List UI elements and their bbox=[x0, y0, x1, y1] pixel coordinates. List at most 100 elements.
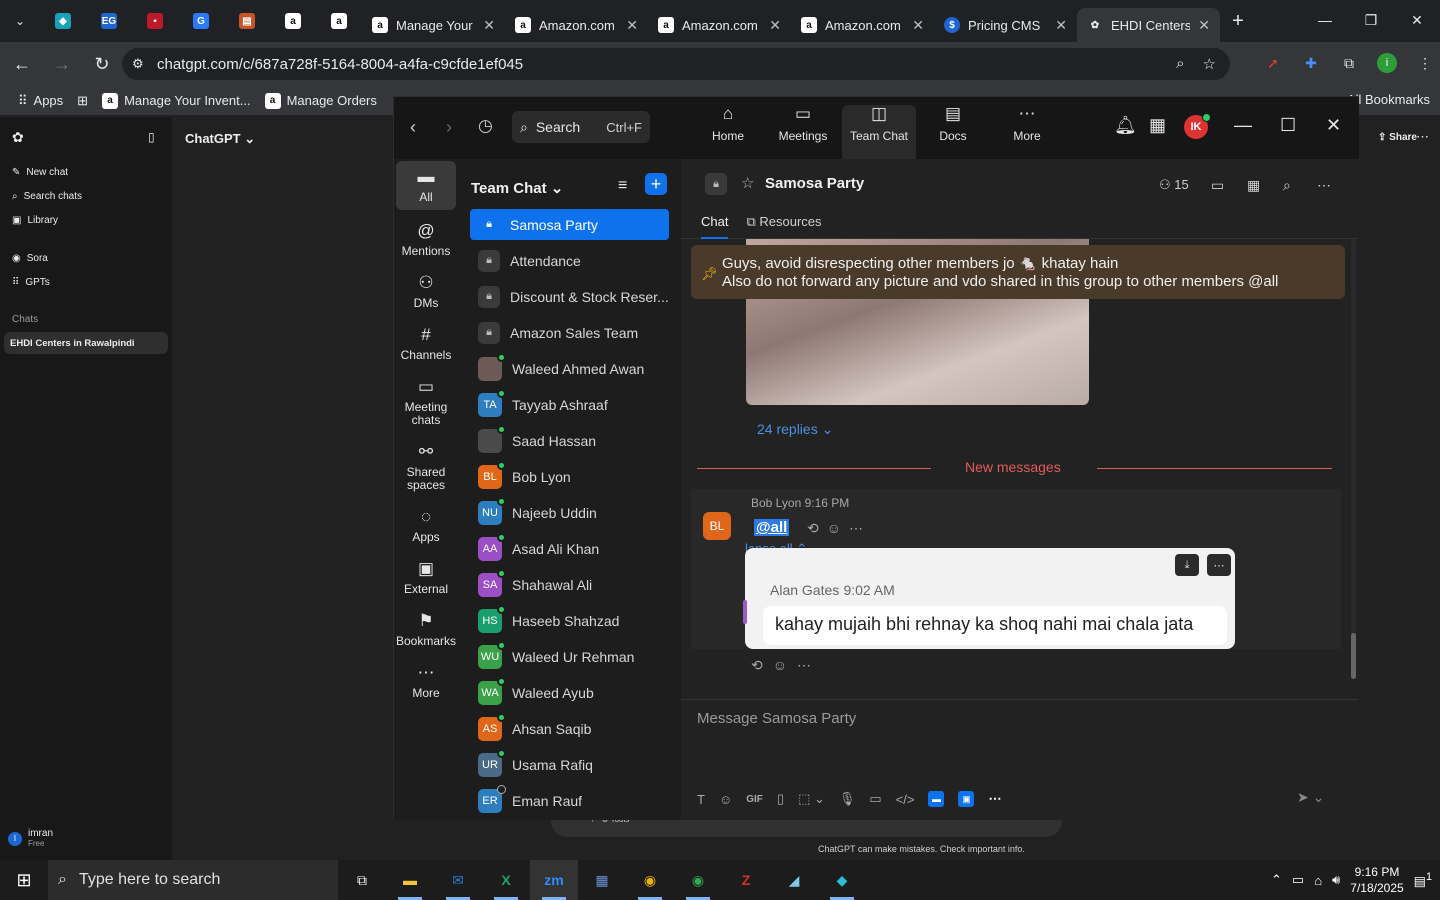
scrollbar[interactable] bbox=[1351, 239, 1356, 679]
library-button[interactable]: ▣ Library bbox=[12, 215, 58, 226]
rail-item-meeting-chats[interactable]: ▭ Meeting chats bbox=[396, 377, 456, 427]
rail-item-shared-spaces[interactable]: ⚯ Shared spaces bbox=[396, 442, 456, 492]
zoom-icon[interactable]: ⌕ bbox=[1176, 55, 1184, 73]
taskbar-search[interactable]: ⌕ Type here to search bbox=[48, 860, 338, 900]
sidebar-toggle-icon[interactable]: ▯ bbox=[148, 130, 155, 144]
video-clip-icon[interactable]: ▭ bbox=[869, 791, 881, 807]
chrome-profile-icon[interactable]: ◉ bbox=[674, 860, 722, 900]
more-icon[interactable]: ⋯ bbox=[1207, 554, 1231, 576]
reply-icon[interactable]: ⟲ bbox=[807, 520, 819, 537]
pinned-tab[interactable]: a bbox=[270, 0, 316, 42]
calendar-icon[interactable]: ▦ bbox=[1247, 177, 1260, 194]
minimize-button[interactable]: — bbox=[1234, 115, 1252, 136]
address-bar[interactable]: ⚙ chatgpt.com/c/687a728f-5164-8004-a4fa-… bbox=[122, 48, 1230, 80]
volume-icon[interactable]: 🔊︎ bbox=[1332, 872, 1340, 888]
gift-icon[interactable]: ▦ bbox=[1149, 115, 1166, 136]
user-profile[interactable]: I imran Free bbox=[8, 829, 53, 848]
whiteboard-icon[interactable]: ▬ bbox=[928, 791, 945, 807]
excel-icon[interactable]: X bbox=[482, 860, 530, 900]
reply-icon[interactable]: ⟲ bbox=[751, 657, 763, 674]
list-item[interactable]: NU Najeeb Uddin bbox=[470, 496, 669, 528]
bookmark-star-icon[interactable]: ☆ bbox=[1203, 55, 1216, 73]
history-icon[interactable]: ◷ bbox=[478, 116, 493, 136]
browser-tab[interactable]: a Amazon.com ✕ bbox=[505, 8, 648, 42]
list-item[interactable]: AA Asad Ali Khan bbox=[470, 532, 669, 564]
list-item[interactable]: 🔒︎ Attendance bbox=[470, 245, 669, 276]
chatgpt-logo-icon[interactable]: ✿ bbox=[12, 129, 24, 146]
emoji-icon[interactable]: ☺ bbox=[773, 657, 787, 674]
clock[interactable]: 9:16 PM 7/18/2025 bbox=[1350, 864, 1403, 896]
star-icon[interactable]: ☆ bbox=[741, 174, 754, 192]
pinned-tab[interactable]: ▤ bbox=[224, 0, 270, 42]
calculator-icon[interactable]: ▦ bbox=[578, 860, 626, 900]
list-item[interactable]: TA Tayyab Ashraaf bbox=[470, 388, 669, 420]
list-item[interactable]: UR Usama Rafiq bbox=[470, 748, 669, 780]
list-item[interactable]: ER Eman Rauf bbox=[470, 784, 669, 816]
zoom-icon[interactable]: zm bbox=[530, 860, 578, 900]
tab-more[interactable]: ⋯ More bbox=[990, 105, 1064, 155]
profile-avatar-icon[interactable]: i bbox=[1372, 48, 1402, 78]
tab-home[interactable]: ⌂ Home bbox=[691, 105, 765, 155]
browser-tab[interactable]: a Amazon.com ✕ bbox=[648, 8, 791, 42]
tab-meetings[interactable]: ▭ Meetings bbox=[766, 105, 840, 155]
pinned-tab[interactable]: a bbox=[316, 0, 362, 42]
tab-chat[interactable]: Chat bbox=[701, 214, 729, 239]
maximize-button[interactable]: ☐ bbox=[1280, 115, 1296, 136]
browser-tab[interactable]: a Manage Your ✕ bbox=[362, 8, 505, 42]
search-icon[interactable]: ⌕ bbox=[1283, 177, 1291, 194]
new-chat-button[interactable]: ✎ New chat bbox=[12, 167, 68, 178]
avatar[interactable]: BL bbox=[703, 512, 731, 540]
list-item[interactable]: HS Haseeb Shahzad bbox=[470, 604, 669, 636]
tab-resources[interactable]: ⧉ Resources bbox=[746, 214, 821, 239]
download-icon[interactable]: ⤓ bbox=[1175, 554, 1199, 576]
list-item[interactable]: Waleed Ahmed Awan bbox=[470, 352, 669, 384]
close-icon[interactable]: ✕ bbox=[769, 17, 781, 34]
more-icon[interactable]: ⋯ bbox=[1317, 177, 1331, 194]
extension-blue-icon[interactable]: ✚ bbox=[1296, 48, 1326, 78]
zoom-app-icon[interactable]: ▣ bbox=[958, 791, 975, 807]
more-icon[interactable]: ⋯ bbox=[849, 520, 863, 537]
screenshot-icon[interactable]: ⬚ ⌄ bbox=[798, 791, 825, 807]
task-view-icon[interactable]: ⧉ bbox=[338, 860, 386, 900]
rail-item-channels[interactable]: # Channels bbox=[396, 325, 456, 362]
format-icon[interactable]: T bbox=[697, 792, 705, 807]
new-tab-button[interactable]: + bbox=[1220, 10, 1256, 33]
rail-item-mentions[interactable]: @ Mentions bbox=[396, 221, 456, 258]
close-icon[interactable]: ✕ bbox=[483, 17, 495, 34]
tab-groups-icon[interactable]: ⊞ bbox=[77, 93, 88, 109]
more-options-icon[interactable]: ⋯ bbox=[1416, 129, 1429, 145]
add-button[interactable]: + bbox=[645, 173, 667, 195]
forward-arrow-icon[interactable]: › bbox=[446, 117, 452, 138]
message-text[interactable]: @all bbox=[754, 519, 790, 536]
members-button[interactable]: ⚇ 15 bbox=[1159, 177, 1189, 193]
gif-icon[interactable]: GIF bbox=[746, 794, 763, 805]
share-button[interactable]: ⇪ Share bbox=[1378, 132, 1417, 143]
filter-icon[interactable]: ≡ bbox=[618, 177, 627, 195]
close-window-button[interactable]: ✕ bbox=[1394, 0, 1440, 40]
app-diamond-icon[interactable]: ◆ bbox=[818, 860, 866, 900]
message-input[interactable]: Message Samosa Party bbox=[697, 710, 856, 727]
pinned-message[interactable]: 📌︎ Guys, avoid disrespecting other membe… bbox=[691, 245, 1345, 299]
bookmark-apps[interactable]: ⠿ Apps bbox=[18, 93, 63, 109]
browser-tab-active[interactable]: ✿ EHDI Centers ✕ bbox=[1077, 8, 1220, 42]
chevron-up-icon[interactable]: ⌃ bbox=[1271, 872, 1282, 888]
outlook-icon[interactable]: ✉ bbox=[434, 860, 482, 900]
scrollbar-thumb[interactable] bbox=[1351, 633, 1356, 679]
bookmark-manage-inventory[interactable]: a Manage Your Invent... bbox=[102, 92, 251, 109]
extensions-puzzle-icon[interactable]: ⧉ bbox=[1334, 48, 1364, 78]
send-button[interactable]: ➤ ⌄ bbox=[1297, 789, 1324, 806]
close-icon[interactable]: ✕ bbox=[1198, 17, 1210, 34]
mic-icon[interactable]: 🎙︎ bbox=[839, 791, 856, 807]
pinned-tab[interactable]: EG bbox=[86, 0, 132, 42]
list-item[interactable]: 🔒︎ Discount & Stock Reser... bbox=[470, 281, 669, 312]
rail-item-more[interactable]: ⋯ More bbox=[396, 663, 456, 700]
file-explorer-icon[interactable]: ▬ bbox=[386, 860, 434, 900]
list-item[interactable]: WU Waleed Ur Rehman bbox=[470, 640, 669, 672]
wifi-icon[interactable]: ⌂ bbox=[1314, 873, 1322, 888]
list-title[interactable]: Team Chat ⌄ bbox=[471, 179, 563, 197]
network-icon[interactable]: ▭ bbox=[1292, 872, 1304, 888]
close-button[interactable]: ✕ bbox=[1326, 115, 1341, 136]
emoji-icon[interactable]: ☺ bbox=[719, 792, 732, 807]
browser-tab[interactable]: $ Pricing CMS ✕ bbox=[934, 8, 1077, 42]
video-icon[interactable]: ▭ bbox=[1211, 177, 1224, 194]
